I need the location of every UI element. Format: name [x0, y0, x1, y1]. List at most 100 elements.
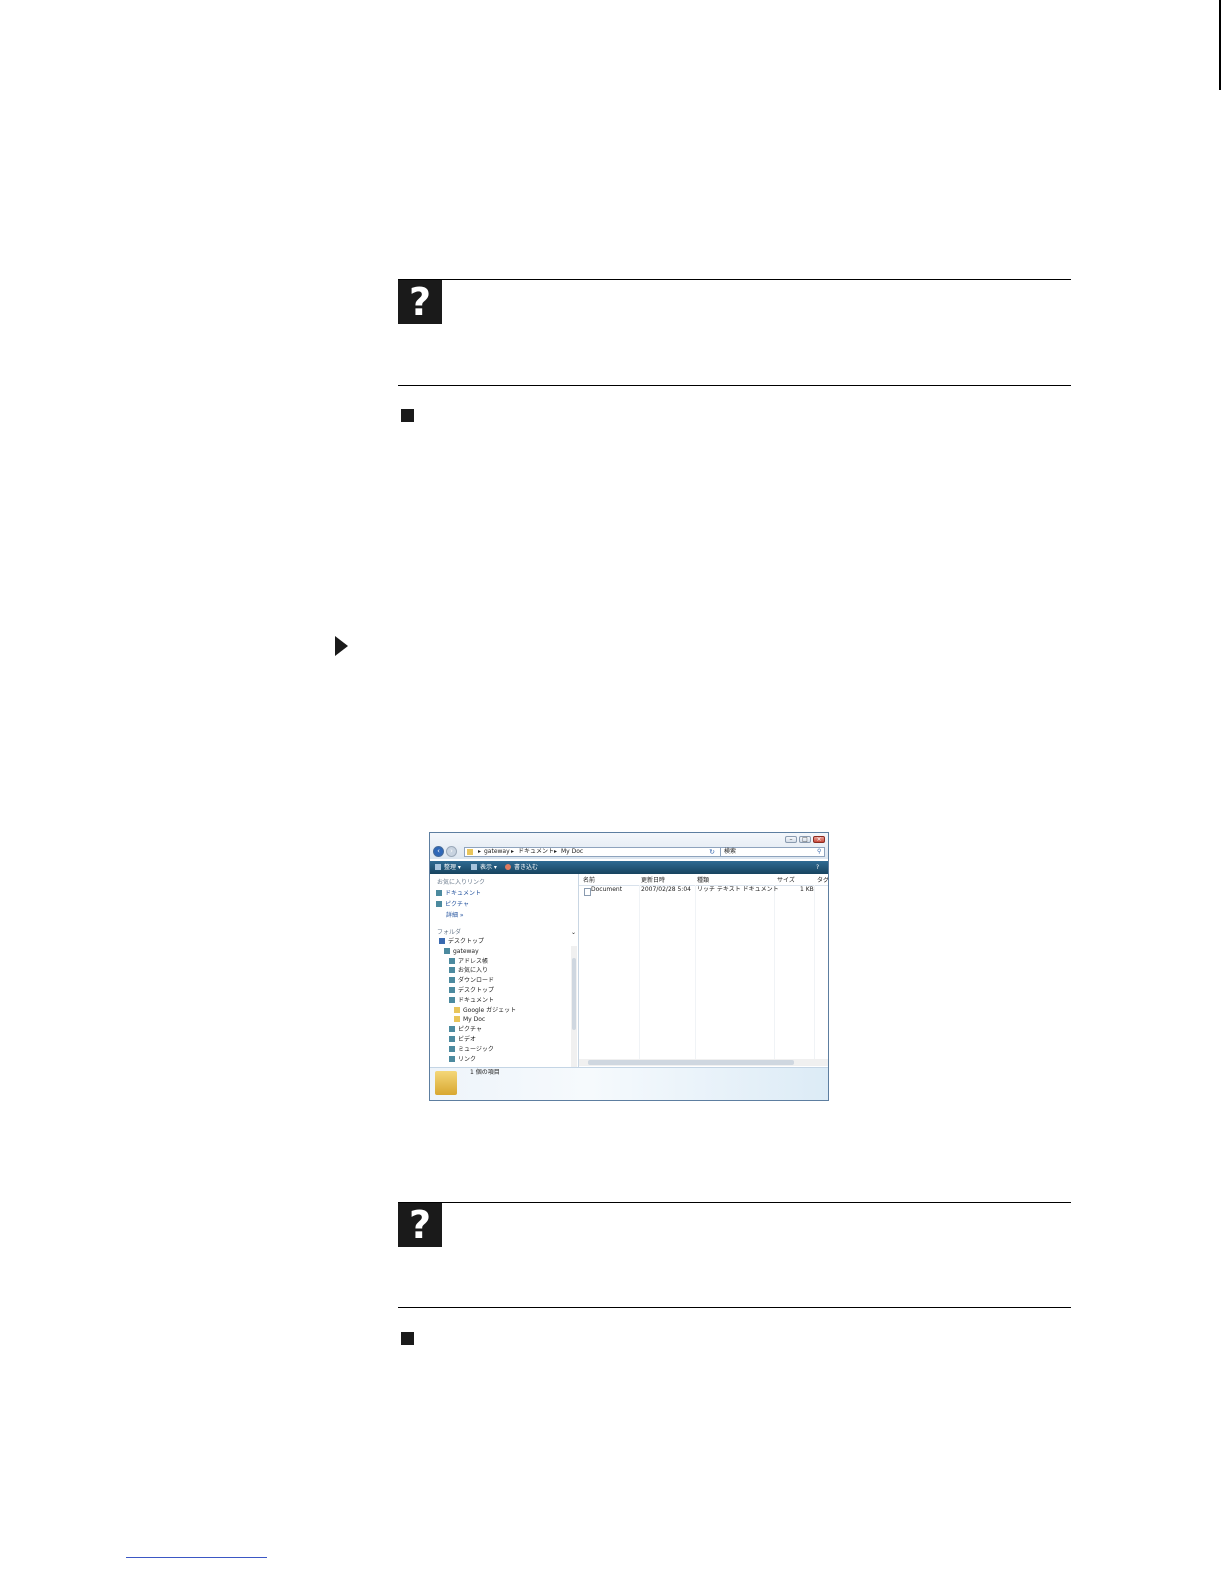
library-icon [449, 967, 455, 974]
tree-item[interactable]: リンク [449, 1055, 477, 1064]
square-bullet-icon [401, 409, 414, 422]
maximize-button[interactable]: □ [799, 836, 811, 843]
table-row[interactable]: Document 2007/02/28 5:04 リッチ テキスト ドキュメント… [580, 886, 825, 896]
item-count: 1 個の項目 [470, 1069, 500, 1076]
procedure-arrow-icon [335, 636, 348, 656]
tree-item-label: My Doc [463, 1016, 486, 1024]
tree-scrollbar-thumb[interactable] [572, 958, 576, 1030]
column-tags[interactable]: タグ [817, 876, 828, 885]
file-list-scrollbar-thumb[interactable] [588, 1060, 794, 1065]
favorite-link-label: ピクチャ [445, 901, 469, 908]
file-name: Document [591, 886, 623, 893]
tree-item[interactable]: ドキュメント [449, 996, 495, 1005]
pictures-icon [436, 901, 442, 907]
folder-icon [454, 1006, 460, 1013]
address-bar[interactable]: ▸ gateway ▸ ドキュメント ▸ My Doc ▾ [464, 847, 736, 857]
tree-item-label: gateway [453, 947, 479, 955]
tree-item-label: アドレス帳 [458, 957, 489, 965]
tree-item[interactable]: アドレス帳 [449, 957, 489, 966]
tree-item-label: ミュージック [458, 1045, 494, 1053]
tree-item-label: リンク [458, 1055, 477, 1063]
breadcrumb-separator-icon: ▸ [554, 848, 558, 855]
breadcrumb-mydoc[interactable]: My Doc [561, 848, 583, 856]
column-name[interactable]: 名前 [583, 876, 595, 885]
refresh-icon[interactable]: ↻ [707, 847, 717, 857]
library-icon [449, 1036, 455, 1042]
search-icon[interactable]: ⚲ [817, 848, 821, 856]
folder-icon [467, 849, 473, 855]
document-icon [584, 888, 591, 896]
tree-item-label: お気に入り [458, 967, 489, 975]
note-bottom-rule [398, 385, 1071, 386]
tree-item-label: ビデオ [458, 1036, 477, 1043]
tree-item[interactable]: My Doc [454, 1016, 485, 1024]
library-icon [449, 987, 455, 993]
navigation-pane: お気に入りリンク ドキュメント ピクチャ 詳細 » フォルダ ⌄ デスクトップ g… [430, 874, 579, 1067]
burn-icon [505, 864, 511, 870]
views-button[interactable]: 表示 ▾ [471, 863, 497, 872]
column-divider [774, 885, 775, 1063]
library-icon [449, 1026, 455, 1033]
tree-item[interactable]: ピクチャ [449, 1026, 482, 1034]
views-icon [471, 864, 477, 870]
library-icon [449, 1045, 455, 1052]
command-toolbar: 整理 ▾ 表示 ▾ 書き込む ? [430, 861, 828, 874]
help-icon[interactable]: ? [816, 863, 819, 872]
breadcrumb-gateway[interactable]: gateway [484, 848, 510, 856]
views-label: 表示 ▾ [480, 864, 497, 871]
burn-button[interactable]: 書き込む [505, 863, 538, 872]
tree-item-label: デスクトップ [448, 938, 485, 945]
tree-item[interactable]: デスクトップ [439, 938, 484, 946]
breadcrumb-documents[interactable]: ドキュメント [518, 848, 554, 856]
folders-header[interactable]: フォルダ [437, 929, 461, 937]
back-arrow-icon[interactable]: ‹ [433, 846, 444, 857]
folder-icon [454, 1016, 460, 1023]
close-button[interactable]: × [813, 836, 825, 843]
burn-label: 書き込む [514, 864, 539, 871]
library-icon [449, 996, 455, 1003]
search-input[interactable]: 検索 ⚲ [720, 847, 825, 857]
column-date-modified[interactable]: 更新日時 [641, 876, 665, 885]
page-edge-line [1219, 0, 1221, 90]
tree-item[interactable]: ダウンロード [449, 977, 494, 985]
search-placeholder: 検索 [724, 848, 737, 855]
tree-item[interactable]: ビデオ [449, 1036, 476, 1044]
tree-item[interactable]: お気に入り [449, 967, 488, 975]
chevron-down-icon[interactable]: ⌄ [571, 929, 576, 937]
file-list-pane [579, 874, 828, 1067]
tree-item-label: ダウンロード [458, 977, 495, 985]
favorite-links-header: お気に入りリンク [437, 879, 486, 886]
library-icon [449, 977, 455, 984]
tree-item[interactable]: デスクトップ [449, 987, 494, 995]
folder-icon [435, 1071, 457, 1095]
library-icon [449, 957, 455, 964]
more-link[interactable]: 詳細 » [446, 912, 464, 920]
file-date: 2007/02/28 5:04 [641, 886, 691, 893]
organize-button[interactable]: 整理 ▾ [435, 863, 461, 872]
tree-item-label: ピクチャ [458, 1026, 482, 1034]
column-divider [814, 885, 815, 1063]
favorite-link-pictures[interactable]: ピクチャ [436, 901, 469, 909]
explorer-window: – □ × ‹ › ▸ gateway ▸ ドキュメント ▸ My Doc ▾ … [429, 832, 829, 1101]
tree-item-label: デスクトップ [458, 987, 495, 994]
forward-arrow-icon[interactable]: › [446, 846, 457, 857]
library-icon [449, 1055, 455, 1062]
tree-item[interactable]: Google ガジェット [454, 1006, 516, 1015]
column-header-row: 名前 更新日時 種類 サイズ タグ [579, 876, 828, 886]
documents-icon [436, 890, 442, 896]
footer-link-underline[interactable] [126, 1557, 267, 1558]
minimize-button[interactable]: – [785, 836, 797, 843]
breadcrumb-separator-icon: ▸ [511, 848, 515, 855]
organize-label: 整理 ▾ [444, 864, 461, 871]
favorite-link-label: ドキュメント [445, 890, 482, 897]
tree-item[interactable]: gateway [444, 947, 479, 956]
breadcrumb-separator-icon: ▸ [478, 848, 482, 855]
desktop-icon [439, 938, 445, 944]
user-folder-icon [444, 947, 450, 954]
favorite-link-documents[interactable]: ドキュメント [436, 890, 481, 898]
tree-item-label: ドキュメント [458, 996, 495, 1004]
column-type[interactable]: 種類 [697, 876, 709, 885]
column-size[interactable]: サイズ [777, 876, 795, 885]
tree-item[interactable]: ミュージック [449, 1045, 494, 1054]
column-divider [639, 885, 640, 1063]
